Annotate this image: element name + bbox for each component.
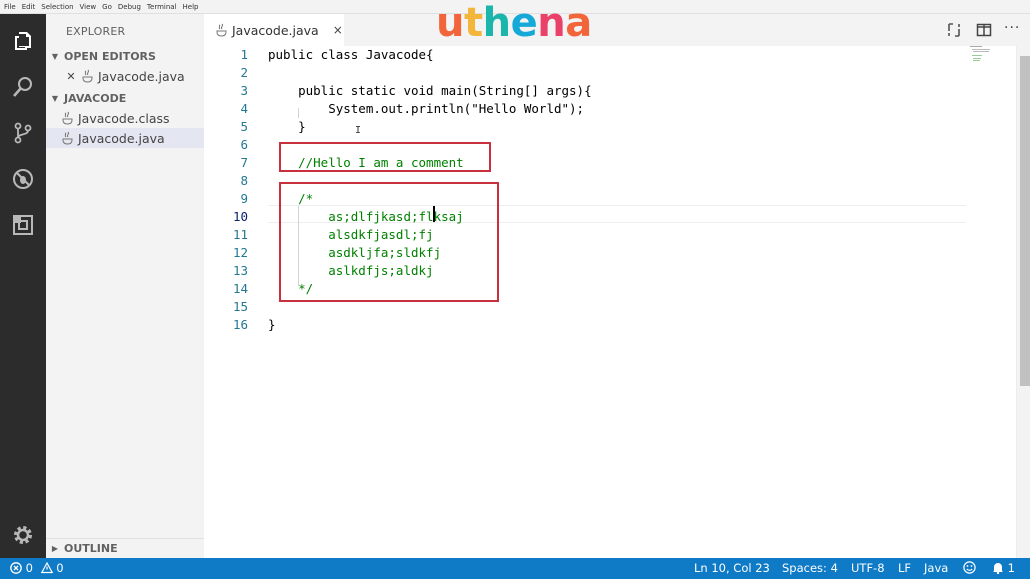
menu-terminal[interactable]: Terminal bbox=[147, 3, 177, 11]
uthena-logo: uthena bbox=[436, 0, 592, 46]
tab-close-icon[interactable]: × bbox=[333, 23, 343, 37]
feedback-smiley-icon[interactable] bbox=[963, 558, 976, 579]
open-changes-icon[interactable] bbox=[946, 22, 962, 38]
line-number: 2 bbox=[240, 65, 248, 80]
code-editor[interactable]: 1 2 3 4 5 6 7 8 9 10 11 12 13 14 15 16 public class Jav… bbox=[204, 46, 1016, 558]
source-control-icon[interactable] bbox=[0, 110, 46, 156]
more-actions-icon[interactable]: ··· bbox=[1004, 20, 1020, 36]
code-line[interactable]: public class Javacode{ bbox=[268, 46, 434, 64]
warning-icon bbox=[40, 561, 53, 574]
code-line[interactable]: System.out.println("Hello World"); bbox=[268, 100, 584, 118]
menu-help[interactable]: Help bbox=[183, 3, 199, 11]
menu-view[interactable]: View bbox=[80, 3, 97, 11]
chevron-right-icon: ▶ bbox=[51, 544, 59, 553]
error-count: 0 bbox=[25, 561, 33, 575]
sidebar-title: EXPLORER bbox=[66, 25, 126, 38]
comment-highlight-box bbox=[279, 142, 491, 172]
line-number: 1 bbox=[240, 47, 248, 62]
split-editor-icon[interactable] bbox=[976, 22, 992, 38]
line-number: 16 bbox=[232, 317, 248, 332]
bell-icon bbox=[993, 563, 1003, 575]
search-icon[interactable] bbox=[0, 64, 46, 110]
language-mode[interactable]: Java bbox=[924, 558, 948, 579]
notifications-indicator[interactable]: 1 bbox=[992, 558, 1015, 579]
line-number: 5 bbox=[240, 119, 248, 134]
line-number: 8 bbox=[240, 173, 248, 188]
outline-header[interactable]: ▶ OUTLINE bbox=[46, 538, 204, 558]
java-file-icon bbox=[62, 131, 73, 145]
error-icon bbox=[10, 562, 22, 574]
status-bar: 0 0 Ln 10, Col 23 Spaces: 4 UTF-8 LF Jav… bbox=[0, 558, 1030, 579]
explorer-sidebar: EXPLORER ▼ OPEN EDITORS ✕ Javacode.java … bbox=[46, 14, 204, 558]
file-item-java[interactable]: Javacode.java bbox=[46, 128, 204, 148]
tab-label: Javacode.java bbox=[232, 22, 319, 38]
line-number: 15 bbox=[232, 299, 248, 314]
notification-count: 1 bbox=[1007, 561, 1015, 575]
text-cursor bbox=[433, 206, 435, 222]
explorer-icon[interactable] bbox=[0, 18, 46, 64]
activity-bar bbox=[0, 14, 46, 558]
code-line[interactable]: } bbox=[268, 118, 306, 136]
extensions-icon[interactable] bbox=[0, 202, 46, 248]
warning-count: 0 bbox=[56, 561, 64, 575]
outline-label: OUTLINE bbox=[64, 542, 118, 555]
line-number: 3 bbox=[240, 83, 248, 98]
line-number: 6 bbox=[240, 137, 248, 152]
open-editor-item[interactable]: ✕ Javacode.java bbox=[46, 66, 204, 86]
java-file-icon bbox=[62, 111, 73, 125]
file-label: Javacode.java bbox=[78, 130, 165, 146]
code-line[interactable]: } bbox=[268, 316, 276, 334]
line-number: 13 bbox=[232, 263, 248, 278]
vertical-scrollbar[interactable] bbox=[1016, 46, 1030, 558]
menu-file[interactable]: File bbox=[4, 3, 16, 11]
folder-header[interactable]: ▼ JAVACODE bbox=[46, 88, 204, 108]
tab-javacode-java[interactable]: Javacode.java × bbox=[204, 14, 344, 46]
editor-tabs: Javacode.java × ··· bbox=[204, 14, 1030, 46]
line-number: 11 bbox=[232, 227, 248, 242]
eol-status[interactable]: LF bbox=[898, 558, 911, 579]
line-number: 12 bbox=[232, 245, 248, 260]
menu-debug[interactable]: Debug bbox=[118, 3, 141, 11]
problems-indicator[interactable]: 0 0 bbox=[10, 558, 64, 579]
code-line[interactable]: public static void main(String[] args){ bbox=[268, 82, 592, 100]
line-number: 9 bbox=[240, 191, 248, 206]
java-file-icon bbox=[82, 69, 93, 83]
line-number: 14 bbox=[232, 281, 248, 296]
line-number: 4 bbox=[240, 101, 248, 116]
scrollbar-thumb[interactable] bbox=[1020, 56, 1030, 386]
line-number: 7 bbox=[240, 155, 248, 170]
cursor-position[interactable]: Ln 10, Col 23 bbox=[694, 558, 770, 579]
file-label: Javacode.class bbox=[78, 110, 170, 126]
menu-selection[interactable]: Selection bbox=[41, 3, 73, 11]
indentation-status[interactable]: Spaces: 4 bbox=[782, 558, 838, 579]
open-editors-label: OPEN EDITORS bbox=[64, 49, 156, 63]
line-number: 10 bbox=[232, 209, 248, 224]
encoding-status[interactable]: UTF-8 bbox=[851, 558, 885, 579]
indent-guide bbox=[298, 108, 299, 118]
mouse-ibeam-icon: I bbox=[355, 125, 362, 136]
menu-go[interactable]: Go bbox=[102, 3, 112, 11]
settings-gear-icon[interactable] bbox=[0, 512, 46, 558]
vscode-window: File Edit Selection View Go Debug Termin… bbox=[0, 0, 1030, 579]
java-file-icon bbox=[216, 23, 227, 37]
close-icon[interactable]: ✕ bbox=[64, 70, 78, 83]
file-item-class[interactable]: Javacode.class bbox=[46, 108, 204, 128]
open-editors-header[interactable]: ▼ OPEN EDITORS bbox=[46, 46, 204, 66]
debug-icon[interactable] bbox=[0, 156, 46, 202]
folder-label: JAVACODE bbox=[64, 91, 127, 105]
menu-edit[interactable]: Edit bbox=[22, 3, 36, 11]
chevron-down-icon: ▼ bbox=[51, 51, 59, 61]
open-editor-label: Javacode.java bbox=[98, 68, 185, 84]
chevron-down-icon: ▼ bbox=[51, 93, 59, 103]
block-comment-highlight-box bbox=[279, 182, 499, 302]
minimap[interactable] bbox=[970, 46, 998, 66]
